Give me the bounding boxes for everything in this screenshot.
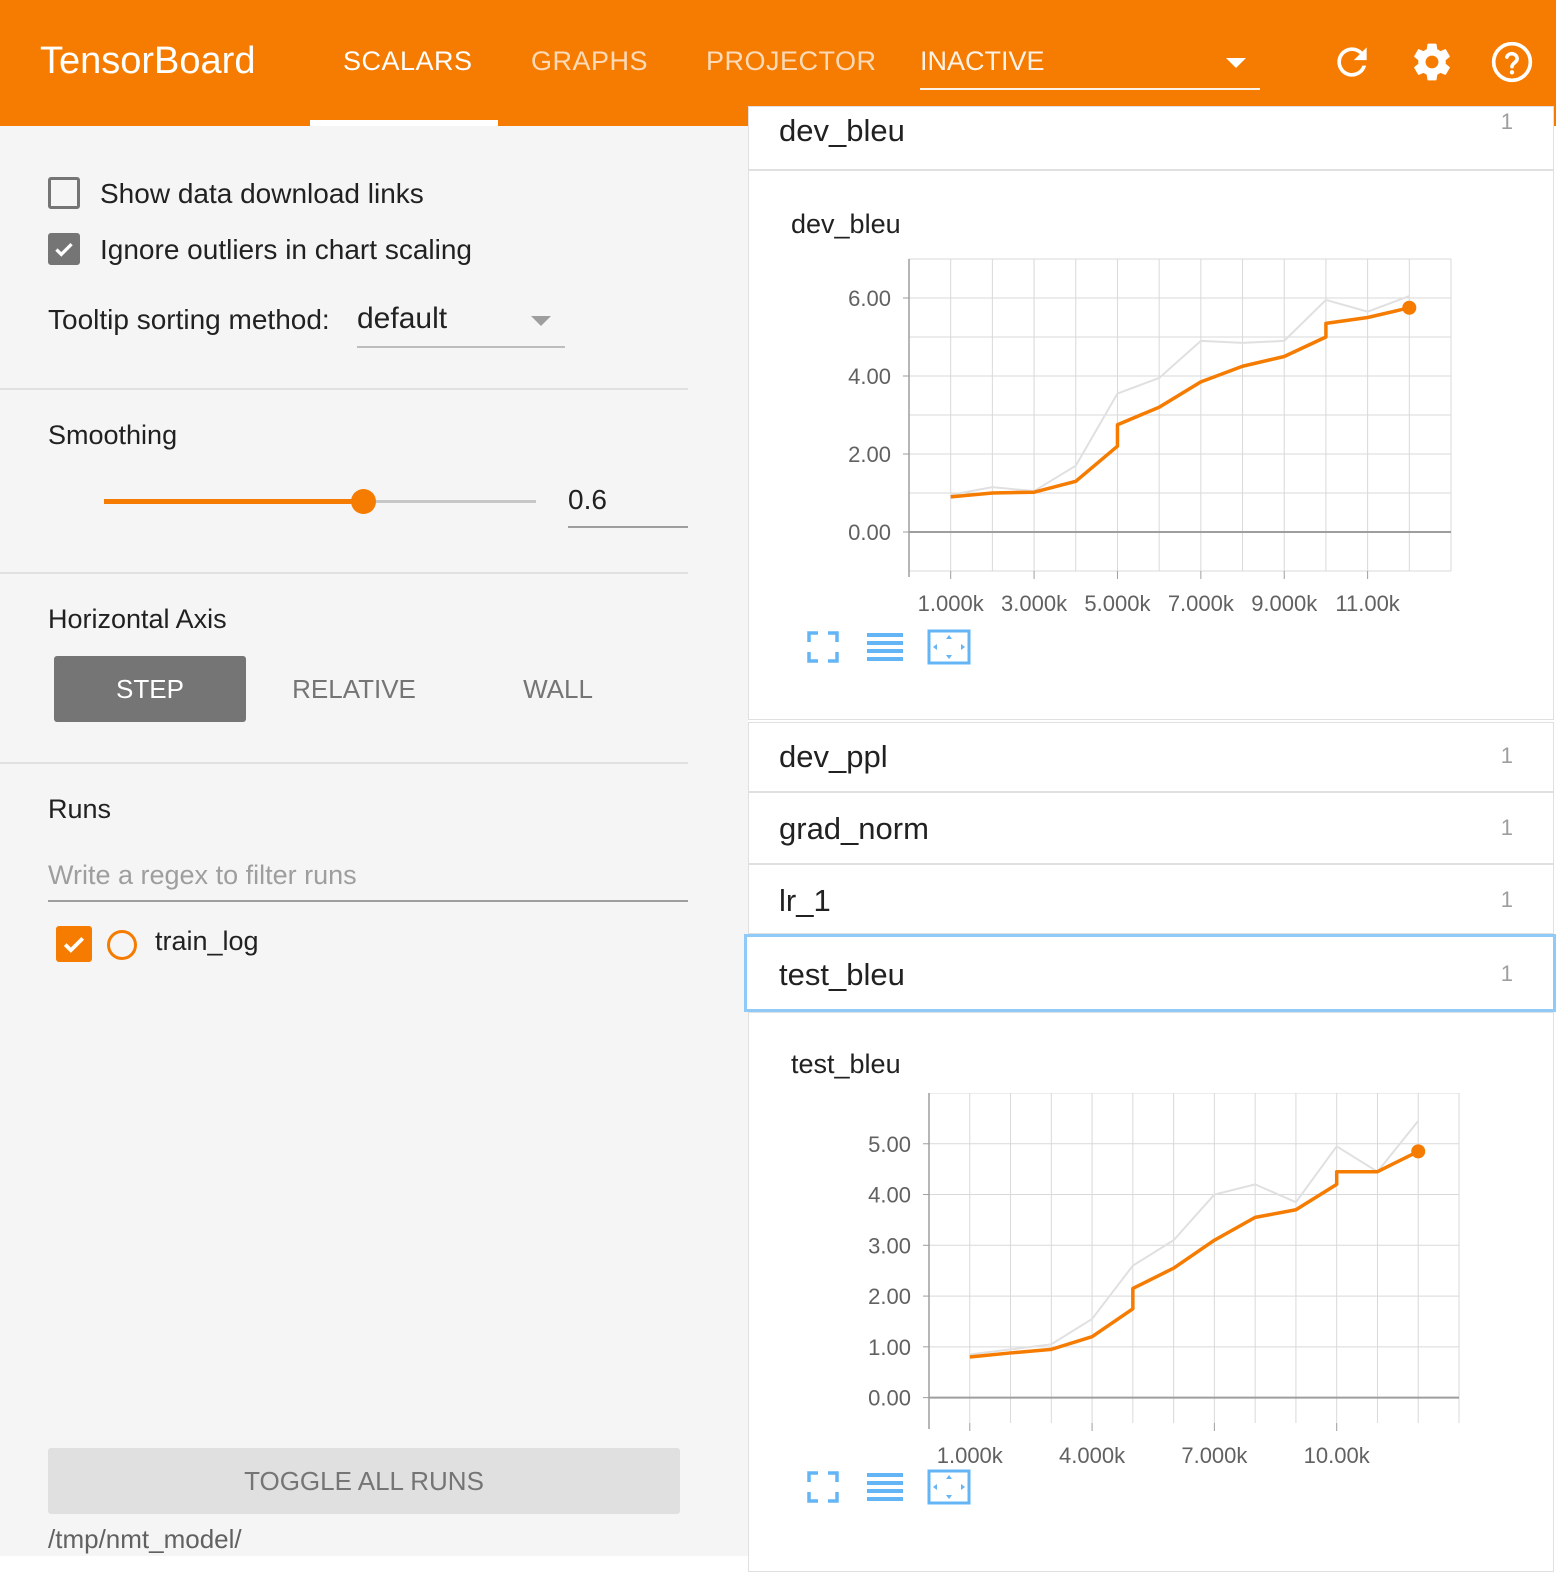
pane-count: 1 xyxy=(1500,887,1513,912)
ignore-outliers-label: Ignore outliers in chart scaling xyxy=(100,234,472,265)
fullscreen-icon[interactable] xyxy=(807,1471,839,1503)
sidebar: Show data download links Ignore outliers… xyxy=(0,126,748,1556)
gear-icon[interactable] xyxy=(1410,40,1454,84)
x-tick-label: 10.00k xyxy=(1304,1443,1371,1468)
inactive-dashboards-dropdown[interactable]: INACTIVE xyxy=(920,46,1260,90)
fit-domain-icon[interactable] xyxy=(927,629,971,665)
inactive-label: INACTIVE xyxy=(920,46,1045,76)
chart-card-test-bleu: test_bleu 0.00 1.00 2.00 3.00 4.00 5.00 1.000k… xyxy=(748,1012,1554,1572)
smoothed-series-line xyxy=(969,1149,1420,1359)
x-tick-label: 11.00k xyxy=(1335,591,1400,616)
last-point-marker xyxy=(1411,1144,1426,1159)
category-pane-grad-norm[interactable]: grad_norm 1 xyxy=(748,792,1554,864)
help-icon[interactable] xyxy=(1490,40,1534,84)
pane-count: 1 xyxy=(1500,109,1513,134)
show-download-links-checkbox[interactable] xyxy=(48,177,80,209)
tooltip-sorting-dropdown[interactable]: default xyxy=(357,302,565,348)
logdir-path: /tmp/nmt_model/ xyxy=(48,1524,242,1554)
y-tick-label: 6.00 xyxy=(848,286,891,311)
tooltip-sorting-label: Tooltip sorting method: xyxy=(48,304,330,335)
y-tick-label: 2.00 xyxy=(848,442,891,467)
y-tick-label: 2.00 xyxy=(868,1284,911,1309)
x-tick-label: 1.000k xyxy=(918,591,985,616)
axis-relative-button[interactable]: RELATIVE xyxy=(258,656,450,722)
check-icon xyxy=(63,937,85,953)
main-content: dev_bleu 1 dev_bleu 0.00 2.00 4.00 6.00 1.00… xyxy=(744,106,1556,1572)
x-tick-label: 3.000k xyxy=(1001,591,1068,616)
tab-scalars[interactable]: SCALARS xyxy=(343,46,473,77)
axis-step-button[interactable]: STEP xyxy=(54,656,246,722)
runs-title: Runs xyxy=(48,794,112,824)
y-tick-label: 0.00 xyxy=(868,1386,911,1411)
y-tick-label: 1.00 xyxy=(868,1335,911,1360)
run-color-swatch[interactable] xyxy=(107,930,137,960)
smoothing-value-input[interactable]: 0.6 xyxy=(568,484,688,528)
chart-title: test_bleu xyxy=(791,1049,901,1079)
test-bleu-chart[interactable]: 0.00 1.00 2.00 3.00 4.00 5.00 1.000k 4.000k 7.00… xyxy=(839,1093,1469,1469)
run-name: train_log xyxy=(155,926,259,956)
pane-count: 1 xyxy=(1500,815,1513,840)
x-tick-label: 7.000k xyxy=(1181,1443,1248,1468)
toggle-all-runs-button[interactable]: TOGGLE ALL RUNS xyxy=(48,1448,680,1514)
refresh-icon[interactable] xyxy=(1330,40,1374,84)
category-pane-dev-bleu[interactable]: dev_bleu 1 xyxy=(748,106,1554,170)
pane-title: grad_norm xyxy=(779,811,929,846)
x-tick-label: 5.000k xyxy=(1084,591,1151,616)
y-tick-label: 5.00 xyxy=(868,1132,911,1157)
y-tick-label: 4.00 xyxy=(848,364,891,389)
app-title: TensorBoard xyxy=(40,40,256,82)
dev-bleu-chart[interactable]: 0.00 2.00 4.00 6.00 1.000k 3.000k 5.000k 7.000k… xyxy=(819,251,1469,621)
horizontal-axis-title: Horizontal Axis xyxy=(48,604,227,634)
tab-graphs[interactable]: GRAPHS xyxy=(531,46,648,77)
show-download-links-label: Show data download links xyxy=(100,178,424,209)
category-pane-test-bleu[interactable]: test_bleu 1 xyxy=(744,934,1556,1012)
chart-title: dev_bleu xyxy=(791,209,901,239)
fullscreen-icon[interactable] xyxy=(807,631,839,663)
pane-title: dev_ppl xyxy=(779,739,888,774)
divider xyxy=(0,572,688,574)
x-tick-label: 1.000k xyxy=(937,1443,1004,1468)
pane-count: 1 xyxy=(1500,743,1513,768)
run-filter-input[interactable]: Write a regex to filter runs xyxy=(48,850,688,902)
pane-title: test_bleu xyxy=(779,957,905,992)
chevron-down-icon xyxy=(531,316,551,326)
smoothing-slider-handle[interactable] xyxy=(351,489,377,514)
axis-wall-button[interactable]: WALL xyxy=(462,656,654,722)
log-scale-icon[interactable] xyxy=(867,1471,903,1503)
chevron-down-icon xyxy=(1226,58,1246,68)
check-icon xyxy=(55,242,73,257)
y-tick-label: 3.00 xyxy=(868,1233,911,1258)
smoothing-slider-fill xyxy=(104,499,364,504)
y-tick-label: 4.00 xyxy=(868,1183,911,1208)
last-point-marker xyxy=(1402,300,1417,315)
pane-title: lr_1 xyxy=(779,883,831,918)
smoothing-title: Smoothing xyxy=(48,420,178,450)
ignore-outliers-checkbox[interactable] xyxy=(48,233,80,265)
pane-title: dev_bleu xyxy=(779,113,905,148)
tab-projector[interactable]: PROJECTOR xyxy=(706,46,877,77)
x-tick-label: 7.000k xyxy=(1168,591,1235,616)
y-tick-label: 0.00 xyxy=(848,520,891,545)
fit-domain-icon[interactable] xyxy=(927,1469,971,1505)
divider xyxy=(0,388,688,390)
log-scale-icon[interactable] xyxy=(867,631,903,663)
run-checkbox-train-log[interactable] xyxy=(56,926,92,962)
category-pane-dev-ppl[interactable]: dev_ppl 1 xyxy=(748,722,1554,792)
smoothed-series-line xyxy=(950,306,1410,499)
pane-count: 1 xyxy=(1500,961,1513,986)
x-tick-label: 4.000k xyxy=(1059,1443,1126,1468)
run-filter-placeholder: Write a regex to filter runs xyxy=(48,860,357,890)
tooltip-sorting-value: default xyxy=(357,302,448,335)
smoothing-slider[interactable] xyxy=(104,489,536,514)
chart-card-dev-bleu: dev_bleu 0.00 2.00 4.00 6.00 1.000k 3.000k 5.0… xyxy=(748,170,1554,720)
raw-series-line xyxy=(969,1120,1420,1356)
x-tick-label: 9.000k xyxy=(1251,591,1318,616)
category-pane-lr-1[interactable]: lr_1 1 xyxy=(748,864,1554,934)
divider xyxy=(0,762,688,764)
